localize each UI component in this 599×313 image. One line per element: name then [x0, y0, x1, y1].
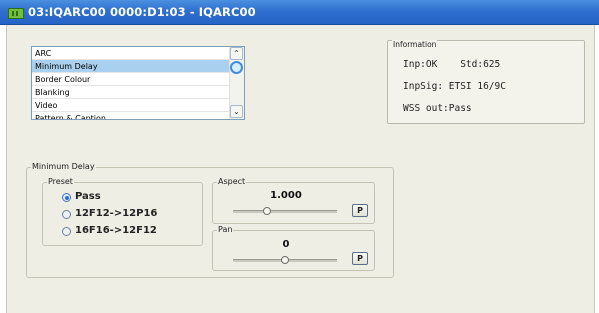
preset-group: Preset Pass 12F12->12P16 16F16->12F12	[42, 177, 203, 246]
input-status: Inp:OK Std:625	[403, 59, 501, 70]
list-item-minimum-delay[interactable]: Minimum Delay	[32, 60, 229, 73]
pan-preset-button[interactable]: P	[352, 252, 368, 265]
scroll-thumb[interactable]	[230, 61, 243, 74]
pan-value: 0	[282, 239, 290, 250]
preset-option-label: Pass	[75, 191, 101, 202]
aspect-slider-track[interactable]	[233, 210, 337, 213]
title-bar: 03:IQARC00 0000:D1:03 - IQARC00	[0, 0, 599, 25]
pan-label: Pan	[217, 225, 234, 234]
scroll-up-icon[interactable]: ⌃	[230, 47, 243, 60]
window-title: 03:IQARC00 0000:D1:03 - IQARC00	[28, 5, 256, 19]
aspect-value: 1.000	[270, 190, 302, 201]
radio-unchecked-icon[interactable]	[62, 227, 71, 236]
information-panel: Information Inp:OK Std:625 InpSig: ETSI …	[387, 40, 585, 124]
aspect-slider-thumb[interactable]	[263, 207, 272, 215]
preset-option-label: 12F12->12P16	[75, 208, 158, 219]
list-item-blanking[interactable]: Blanking	[32, 86, 229, 99]
preset-option-label: 16F16->12F12	[75, 225, 157, 236]
list-item-border-colour[interactable]: Border Colour	[32, 73, 229, 86]
radio-checked-icon[interactable]	[62, 193, 71, 202]
minimum-delay-label: Minimum Delay	[31, 162, 96, 171]
aspect-label: Aspect	[217, 177, 247, 186]
scroll-down-icon[interactable]: ⌄	[230, 105, 243, 118]
list-scrollbar[interactable]: ⌃ ⌄	[229, 47, 244, 119]
preset-label: Preset	[47, 177, 74, 186]
wss-output: WSS out:Pass	[403, 103, 472, 114]
app-icon	[8, 8, 24, 19]
information-label: Information	[392, 40, 438, 49]
input-signal: InpSig: ETSI 16/9C	[403, 81, 506, 92]
list-item-arc[interactable]: ARC	[32, 47, 229, 60]
pan-slider-thumb[interactable]	[281, 256, 289, 264]
aspect-preset-button[interactable]: P	[352, 204, 368, 217]
aspect-group: Aspect 1.000 P	[212, 177, 375, 224]
menu-listbox[interactable]: ARC Minimum Delay Border Colour Blanking…	[31, 46, 245, 120]
radio-unchecked-icon[interactable]	[62, 210, 71, 219]
list-item-pattern-caption[interactable]: Pattern & Caption	[32, 112, 229, 119]
list-item-video[interactable]: Video	[32, 99, 229, 112]
pan-group: Pan 0 P	[212, 225, 375, 271]
